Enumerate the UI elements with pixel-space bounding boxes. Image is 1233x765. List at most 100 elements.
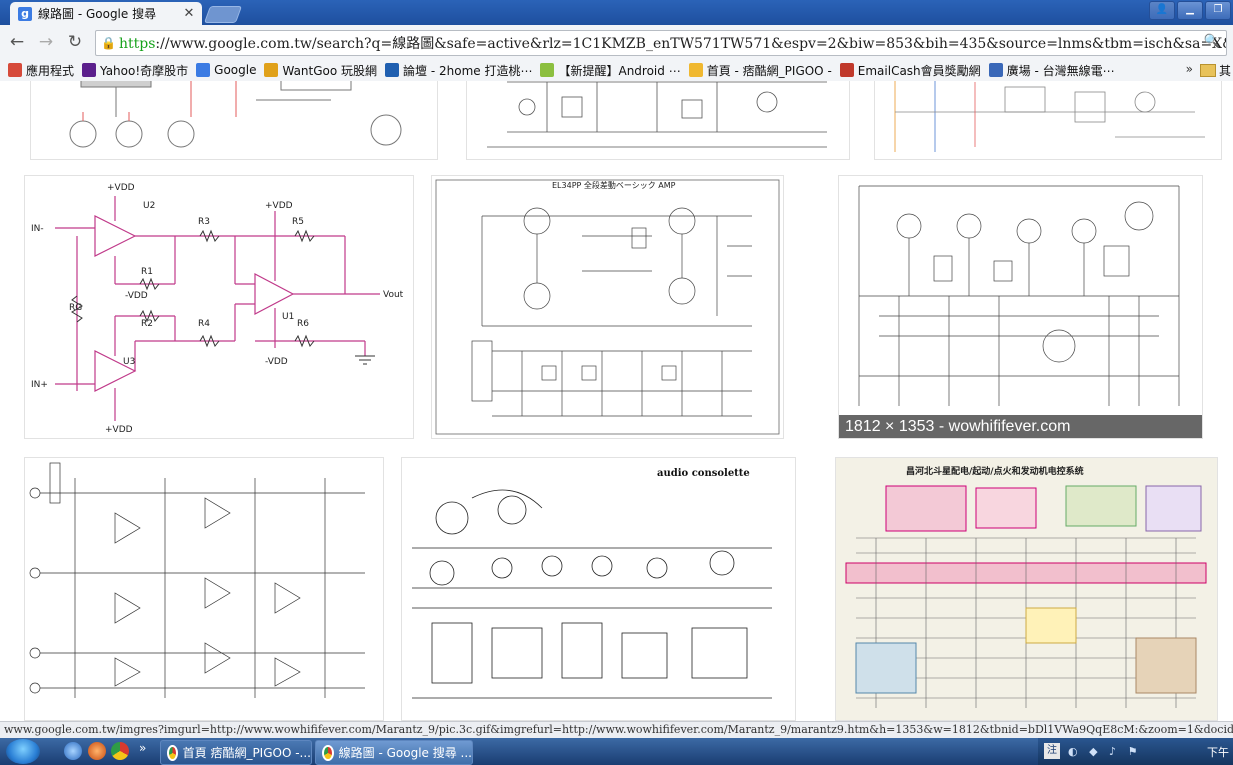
radio-icon — [988, 63, 1003, 77]
result-thumbnail[interactable] — [30, 81, 438, 160]
ime-indicator[interactable]: 注 — [1044, 743, 1060, 759]
address-bar[interactable]: 🔒 https://www.google.com.tw/search?q=線路圖… — [95, 30, 1227, 56]
bookmark-item[interactable]: 論壇 - 2home 打造桃⋯ — [385, 62, 532, 79]
emailcash-icon — [839, 63, 854, 77]
google-favicon-icon: g — [18, 6, 32, 21]
system-tray: 注 ◐ ◆ ♪ ⚑ 下午 — [1038, 738, 1233, 765]
audio-consolette-schematic-image: audio consolette — [412, 468, 772, 699]
result-thumbnail[interactable]: 昌河北斗星配电/起动/点火和发动机电控系统 — [835, 457, 1218, 721]
google-icon — [196, 63, 211, 77]
other-bookmarks[interactable]: 其 — [1199, 62, 1231, 79]
bookmark-label: 應用程式 — [26, 63, 75, 78]
result-thumbnail[interactable] — [24, 457, 384, 721]
firefox-icon[interactable] — [88, 742, 106, 760]
restore-button[interactable]: ❐ — [1205, 1, 1231, 20]
svg-text:-VDD: -VDD — [265, 357, 288, 367]
status-bar-url: www.google.com.tw/imgres?imgurl=http://w… — [0, 721, 1233, 738]
url-path: ://www.google.com.tw/search?q=線路圖&safe=a… — [155, 36, 1227, 52]
minimize-button[interactable]: ▁ — [1177, 1, 1203, 20]
tab-close-icon[interactable]: ✕ — [182, 6, 196, 21]
back-arrow-icon[interactable]: ← — [6, 31, 28, 53]
chrome-icon — [167, 744, 178, 761]
bookmark-label: 論壇 - 2home 打造桃⋯ — [403, 63, 533, 78]
svg-text:Vout: Vout — [383, 290, 404, 300]
tray-icons[interactable]: ◐ ◆ ♪ ⚑ — [1068, 745, 1141, 758]
bookmarks-overflow-button[interactable]: » — [1186, 62, 1193, 76]
svg-text:EL34PP 全段差動ベーシック AMP: EL34PP 全段差動ベーシック AMP — [552, 180, 676, 190]
bookmark-label: EmailCash會員獎勵網 — [857, 63, 981, 78]
windows-taskbar: » 首頁 痞酷網_PIGOO -... 線路圖 - Google 搜尋 ... … — [0, 738, 1233, 765]
android-icon — [540, 63, 555, 77]
url-scheme: https — [119, 36, 156, 52]
quick-launch-more[interactable]: » — [139, 741, 146, 755]
yahoo-icon — [82, 63, 97, 77]
apps-grid-icon — [8, 63, 22, 77]
colored-schematic-image — [894, 81, 1205, 152]
taskbar-button[interactable]: 首頁 痞酷網_PIGOO -... — [160, 740, 312, 765]
svg-text:IN+: IN+ — [31, 380, 48, 390]
svg-text:+VDD: +VDD — [107, 183, 135, 193]
circuit-schematic-image — [69, 81, 402, 148]
image-results-grid: +VDD IN- U2 R3 +VDD R5 R1 RG -VDD R2 R4 … — [0, 81, 1233, 721]
result-thumbnail[interactable]: audio consolette — [401, 457, 796, 721]
url-text: https://www.google.com.tw/search?q=線路圖&s… — [119, 33, 1227, 53]
el34pp-amp-schematic-image: EL34PP 全段差動ベーシック AMP — [435, 179, 780, 435]
taskbar-button-label: 首頁 痞酷網_PIGOO -... — [182, 746, 311, 760]
bookmark-item[interactable]: EmailCash會員獎勵網 — [839, 62, 981, 79]
tube-amp-schematic-image — [487, 81, 827, 148]
wantgoo-icon — [264, 63, 279, 77]
marantz9-schematic-image — [858, 185, 1180, 406]
svg-text:U3: U3 — [123, 357, 135, 367]
chrome-icon — [322, 744, 334, 761]
clock[interactable]: 下午 — [1207, 744, 1229, 760]
other-bookmarks-label: 其 — [1218, 64, 1231, 78]
profile-icon[interactable]: 👤 — [1149, 1, 1175, 20]
result-thumbnail[interactable] — [466, 81, 850, 160]
bookmark-item[interactable]: 廣場 - 台灣無線電⋯ — [988, 62, 1115, 79]
bookmark-label: 【新提醒】Android ⋯ — [558, 63, 681, 78]
result-thumbnail[interactable]: EL34PP 全段差動ベーシック AMP — [431, 175, 784, 439]
search-zoom-icon[interactable]: 🔍 — [1204, 34, 1220, 49]
svg-text:R1: R1 — [141, 267, 153, 277]
bookmark-item[interactable]: 首頁 - 痞酷網_PIGOO - — [688, 62, 832, 79]
forward-arrow-icon[interactable]: → — [35, 31, 57, 53]
bookmark-item[interactable]: Yahoo!奇摩股市 — [82, 62, 188, 79]
svg-text:U1: U1 — [282, 312, 294, 322]
svg-text:IN-: IN- — [31, 224, 44, 234]
image-dimensions-caption: 1812 × 1353 - wowhififever.com — [839, 415, 1202, 438]
bookmark-item[interactable]: Google — [196, 63, 256, 77]
bookmark-item[interactable]: WantGoo 玩股網 — [264, 62, 377, 79]
result-thumbnail[interactable] — [874, 81, 1222, 160]
automotive-wiring-diagram-image: 昌河北斗星配电/起动/点火和发动机电控系统 — [836, 458, 1217, 720]
bookmark-label: 廣場 - 台灣無線電⋯ — [1006, 63, 1115, 78]
svg-text:+VDD: +VDD — [265, 201, 293, 211]
taskbar-button-label: 線路圖 - Google 搜尋 ... — [338, 746, 472, 760]
folder-icon — [1199, 64, 1216, 77]
reload-icon[interactable]: ↻ — [64, 31, 86, 53]
browser-tab-active[interactable]: g 線路圖 - Google 搜尋 ✕ — [10, 2, 202, 25]
svg-text:R3: R3 — [198, 217, 210, 227]
result-thumbnail-hovered[interactable]: 1812 × 1353 - wowhififever.com — [838, 175, 1203, 439]
svg-text:R6: R6 — [297, 319, 309, 329]
svg-text:RG: RG — [69, 303, 82, 313]
svg-text:audio consolette: audio consolette — [657, 468, 750, 479]
bookmark-label: Yahoo!奇摩股市 — [100, 63, 189, 78]
start-button[interactable] — [6, 739, 40, 764]
title-bar: g 線路圖 - Google 搜尋 ✕ 👤 ▁ ❐ — [0, 0, 1233, 25]
taskbar-button-active[interactable]: 線路圖 - Google 搜尋 ... — [315, 740, 473, 765]
bookmark-item[interactable]: 【新提醒】Android ⋯ — [540, 62, 681, 79]
new-tab-button[interactable] — [203, 6, 243, 23]
result-thumbnail[interactable]: +VDD IN- U2 R3 +VDD R5 R1 RG -VDD R2 R4 … — [24, 175, 414, 439]
window-controls: 👤 ▁ ❐ — [1149, 1, 1231, 20]
svg-text:-VDD: -VDD — [125, 291, 148, 301]
lock-icon: 🔒 — [101, 36, 116, 50]
instrumentation-amplifier-schematic-image: +VDD IN- U2 R3 +VDD R5 R1 RG -VDD R2 R4 … — [31, 183, 404, 435]
tab-title: 線路圖 - Google 搜尋 — [38, 7, 157, 21]
opamp-network-schematic-image — [29, 462, 365, 698]
ie-icon[interactable] — [64, 742, 82, 760]
bookmark-label: 首頁 - 痞酷網_PIGOO - — [706, 63, 832, 78]
svg-text:+VDD: +VDD — [105, 425, 133, 435]
bookmark-label: WantGoo 玩股網 — [282, 63, 378, 78]
chrome-icon[interactable] — [111, 742, 129, 760]
bookmark-item[interactable]: 應用程式 — [8, 62, 74, 79]
